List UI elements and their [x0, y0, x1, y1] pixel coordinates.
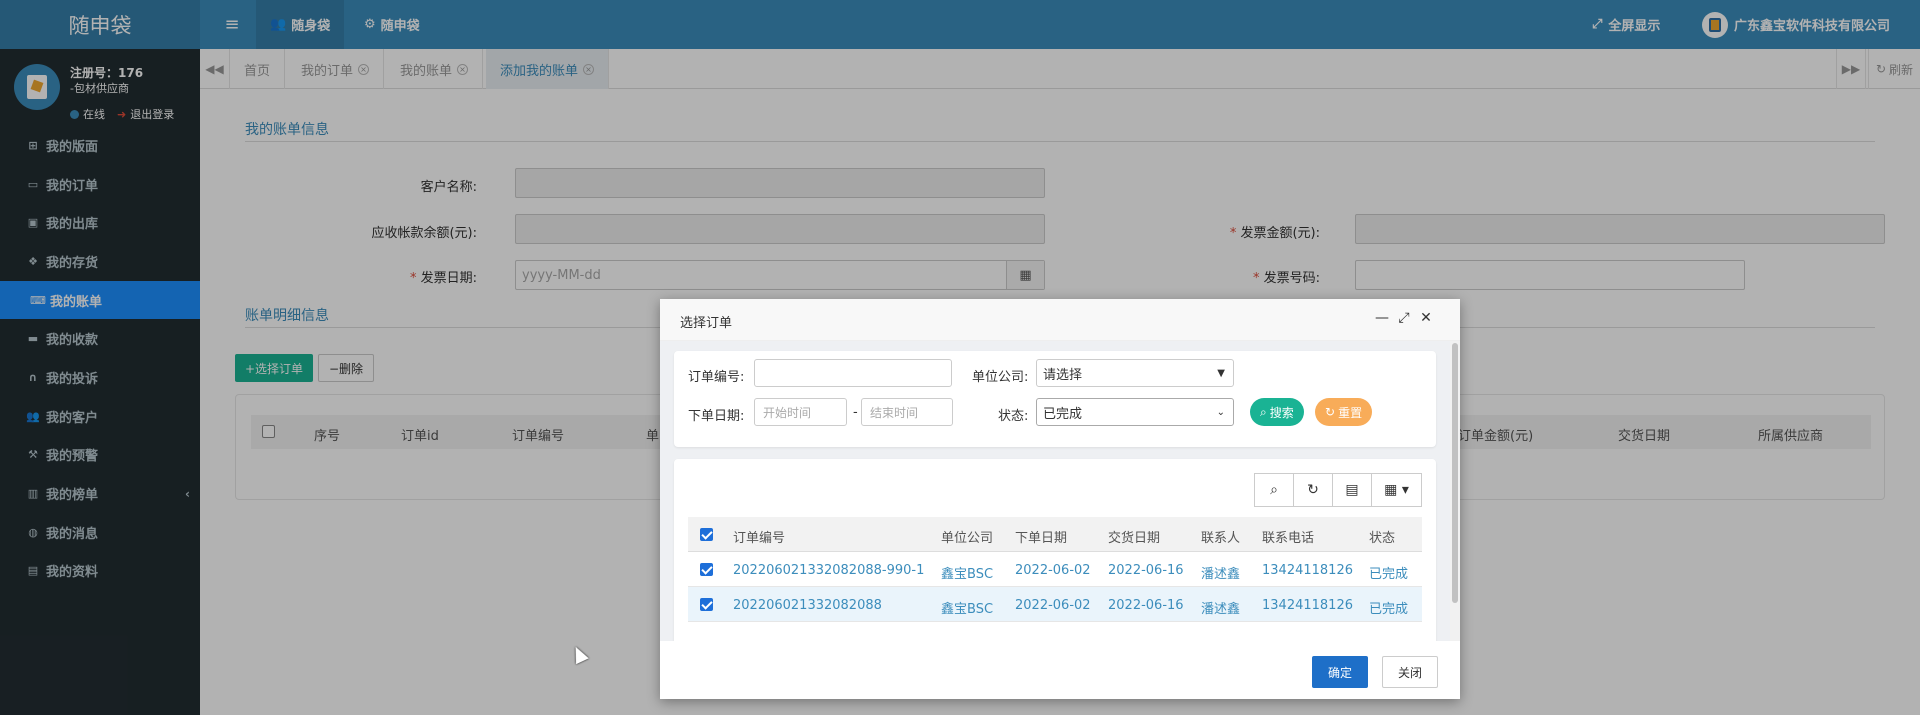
- start-date-input[interactable]: 开始时间: [754, 398, 847, 426]
- end-date-input[interactable]: 结束时间: [861, 398, 953, 426]
- maximize-icon[interactable]: ⤢: [1396, 310, 1412, 326]
- modal-header: 选择订单 — ⤢ ✕: [660, 299, 1460, 341]
- modal-scrollbar[interactable]: [1450, 341, 1460, 641]
- select-all-checkbox[interactable]: [700, 528, 713, 545]
- reset-button[interactable]: ↻ 重置: [1315, 398, 1373, 426]
- modal-footer: 确定 关闭: [660, 641, 1460, 699]
- table-card-view-icon[interactable]: ▤: [1332, 473, 1372, 507]
- company-label: 单位公司:: [972, 370, 1029, 385]
- row-checkbox[interactable]: [700, 598, 713, 615]
- refresh-icon: ↻: [1325, 405, 1336, 419]
- row-checkbox[interactable]: [700, 563, 713, 580]
- table-refresh-icon[interactable]: ↻: [1293, 473, 1333, 507]
- columns-toggle-icon[interactable]: ▦ ▾: [1371, 473, 1422, 507]
- order-date-label: 下单日期:: [688, 409, 745, 424]
- close-icon[interactable]: ✕: [1418, 310, 1434, 326]
- confirm-button[interactable]: 确定: [1312, 656, 1368, 688]
- chevron-down-icon: ▼: [1217, 367, 1225, 379]
- chevron-down-icon: ⌄: [1216, 406, 1225, 418]
- minimize-icon[interactable]: —: [1374, 310, 1390, 326]
- modal-body: 订单编号: 单位公司: 请选择 ▼ 下单日期: 开始时间 - 结束时间 状态: …: [660, 341, 1450, 641]
- company-select[interactable]: 请选择 ▼: [1036, 359, 1234, 387]
- search-card: 订单编号: 单位公司: 请选择 ▼ 下单日期: 开始时间 - 结束时间 状态: …: [674, 351, 1436, 447]
- status-label: 状态:: [998, 409, 1029, 424]
- select-order-modal: 选择订单 — ⤢ ✕ 订单编号: 单位公司: 请选择 ▼ 下单日期: 开始时间 …: [660, 299, 1460, 699]
- order-no-label: 订单编号:: [688, 370, 745, 385]
- table-search-icon[interactable]: ⌕: [1254, 473, 1294, 507]
- order-table-card: ⌕ ↻ ▤ ▦ ▾ 订单编号 单位公司 下单日期 交货日期 联系人 联系电话 状…: [674, 459, 1436, 641]
- close-button[interactable]: 关闭: [1382, 656, 1438, 688]
- order-no-input[interactable]: [754, 359, 952, 387]
- modal-title: 选择订单: [680, 316, 733, 331]
- status-select[interactable]: 已完成 ⌄: [1036, 398, 1234, 426]
- search-icon: ⌕: [1260, 404, 1267, 419]
- search-button[interactable]: ⌕ 搜索: [1250, 398, 1304, 426]
